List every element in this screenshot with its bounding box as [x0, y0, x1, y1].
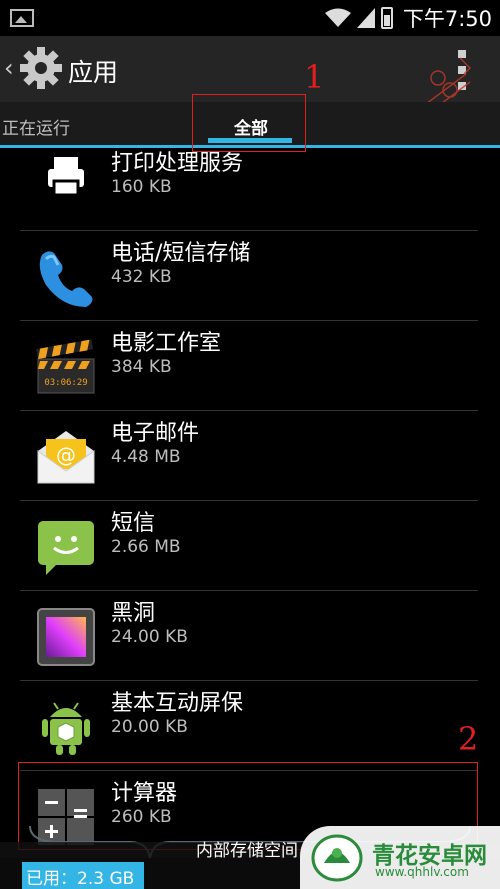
app-name: 基本互动屏保 — [111, 691, 244, 716]
android-icon — [42, 702, 90, 755]
annotation-number-1: 1 — [304, 58, 325, 96]
phone-icon — [39, 251, 93, 307]
app-name: 电子邮件 — [111, 421, 200, 446]
wifi-icon — [324, 8, 351, 27]
list-item[interactable]: 基本互动屏保 20.00 KB — [0, 681, 500, 771]
app-name: 黑洞 — [111, 601, 156, 626]
status-icons: 下午7:50 — [324, 0, 492, 36]
print-icon — [48, 157, 84, 197]
clapperboard-icon: 03:06:29 — [36, 339, 95, 394]
annotation-number-2: 2 — [458, 720, 479, 758]
logo-mark-icon — [311, 834, 363, 882]
app-name: 打印处理服务 — [111, 151, 244, 176]
status-time: 下午7:50 — [402, 7, 492, 31]
app-name: 短信 — [111, 511, 156, 536]
clapper-timecode: 03:06:29 — [44, 378, 87, 388]
app-size: 4.48 MB — [111, 447, 181, 467]
storage-used-label: 已用：2.3 GB — [26, 869, 135, 889]
annotation-box-1 — [192, 94, 306, 152]
app-name: 电话/短信存储 — [111, 241, 251, 266]
app-name: 电影工作室 — [111, 331, 222, 356]
status-bar: 下午7:50 — [0, 0, 500, 36]
list-item[interactable]: 打印处理服务 160 KB — [0, 149, 500, 231]
app-size: 432 KB — [111, 267, 172, 287]
message-icon — [38, 521, 94, 575]
email-icon: @ — [37, 431, 95, 484]
signal-icon — [356, 8, 375, 28]
back-caret-icon[interactable]: ‹ — [4, 54, 14, 82]
app-size: 20.00 KB — [111, 717, 188, 737]
list-item[interactable]: @ 电子邮件 4.48 MB — [0, 411, 500, 501]
logo-url: www.qhhlv.com — [375, 865, 469, 879]
app-size: 160 KB — [111, 177, 172, 197]
list-item[interactable]: 短信 2.66 MB — [0, 501, 500, 591]
page-title: 应用 — [68, 58, 119, 87]
list-item[interactable]: 电话/短信存储 432 KB — [0, 231, 500, 321]
app-size: 24.00 KB — [111, 627, 188, 647]
tab-running[interactable]: 正在运行 — [2, 114, 70, 139]
gear-icon[interactable] — [18, 45, 64, 91]
app-size: 384 KB — [111, 357, 172, 377]
svg-text:@: @ — [56, 443, 76, 467]
image-notification-icon — [10, 9, 34, 27]
list-item[interactable]: 黑洞 24.00 KB — [0, 591, 500, 681]
list-item[interactable]: 03:06:29 电影工作室 384 KB — [0, 321, 500, 411]
blackhole-icon — [37, 608, 95, 666]
app-size: 2.66 MB — [111, 537, 181, 557]
battery-icon — [380, 7, 393, 29]
